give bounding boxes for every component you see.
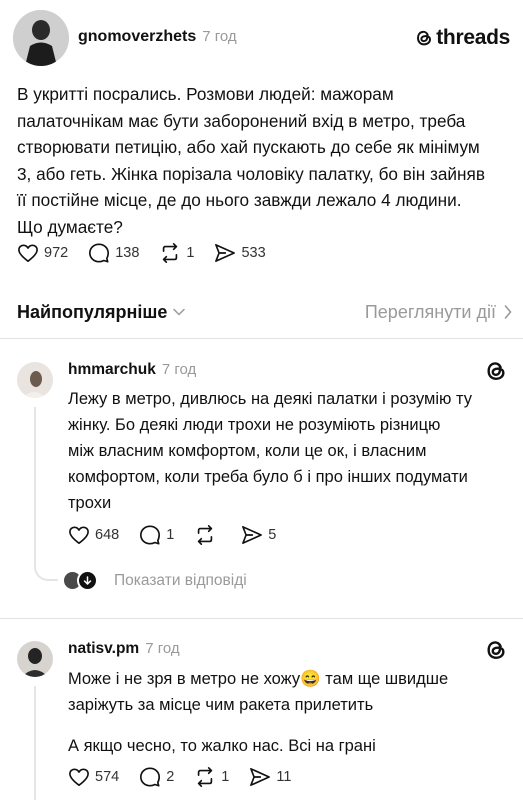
like-count: 574 [95, 769, 120, 785]
share-button[interactable]: 11 [249, 767, 291, 787]
repost-button[interactable]: 1 [194, 766, 229, 788]
reply-actions: 648 1 5 [68, 524, 296, 546]
like-count: 648 [95, 527, 120, 543]
comment-count: 2 [166, 769, 175, 785]
comment-button[interactable]: 1 [139, 524, 174, 546]
repost-count: 1 [186, 245, 195, 261]
reply-avatar[interactable] [17, 362, 53, 398]
reply-author-line: natisv.pm 7 год [68, 640, 180, 658]
share-count: 533 [241, 245, 266, 261]
repost-button[interactable] [194, 524, 221, 546]
heart-icon [69, 526, 89, 544]
arrow-down-icon [83, 575, 92, 585]
reply-actions: 574 2 1 11 [68, 766, 311, 788]
sort-dropdown[interactable]: Найпопулярніше [17, 301, 186, 323]
share-count: 5 [268, 527, 277, 543]
threads-logo-button[interactable] [485, 359, 507, 388]
post-text-line: її постійне місце, де до нього завжди ле… [17, 190, 462, 210]
sort-label: Найпопулярніше [17, 301, 168, 322]
reply-avatars-stack [62, 570, 102, 592]
replies-sort-row: Найпопулярніше Переглянути дії [17, 300, 512, 324]
threads-logo-icon [417, 30, 432, 46]
reply-text-line: Лежу в метро, дивлюсь на деякі палатки і… [68, 390, 472, 408]
thread-line [34, 686, 36, 800]
post-author-name[interactable]: gnomoverzhets [78, 28, 196, 45]
threads-logo-icon [487, 362, 505, 380]
reply-item: natisv.pm 7 год Може і не зря в метро не … [0, 640, 523, 800]
view-activity-label: Переглянути дії [364, 301, 496, 322]
post-text-line: створювати петицію, або хай пускають до … [17, 137, 480, 157]
show-replies-link[interactable]: Показати відповіді [62, 570, 247, 592]
share-button[interactable]: 5 [241, 525, 276, 545]
comment-count: 138 [115, 245, 140, 261]
chevron-down-icon [173, 308, 186, 316]
like-button[interactable]: 648 [68, 525, 119, 545]
reply-author-name[interactable]: hmmarchuk [68, 361, 156, 378]
speech-bubble-icon [140, 767, 161, 787]
send-icon [250, 768, 271, 786]
reply-text-line: Може і не зря в метро не хожу😄 там ще шв… [68, 670, 449, 688]
reply-author-name[interactable]: natisv.pm [68, 640, 139, 657]
reply-text-line: заріжуть за місце чим ракета прилетить [68, 696, 374, 714]
comment-button[interactable]: 2 [139, 766, 174, 788]
thread-line [34, 407, 36, 565]
like-count: 972 [44, 245, 69, 261]
reply-item: hmmarchuk 7 год Лежу в метро, дивлюсь на … [0, 361, 523, 601]
post-text-line: палаточнікам має бути заборонений вхід в… [17, 110, 466, 131]
threads-wordmark: threads [436, 26, 510, 49]
view-activity-link[interactable]: Переглянути дії [365, 302, 512, 323]
threads-logo: threads [415, 26, 510, 50]
post-header: gnomoverzhets 7 год threads [13, 10, 513, 68]
divider [0, 338, 523, 339]
reply-time: 7 год [161, 361, 197, 378]
speech-bubble-icon [89, 243, 110, 263]
like-button[interactable]: 972 [17, 243, 68, 263]
repost-count: 1 [221, 769, 230, 785]
share-count: 11 [276, 769, 292, 785]
heart-icon [18, 244, 38, 262]
send-icon [242, 526, 263, 544]
mini-avatar [77, 570, 98, 591]
chevron-right-icon [504, 305, 512, 319]
heart-icon [69, 768, 89, 786]
send-icon [215, 244, 236, 262]
post-text-line: В укритті посрались. Розмови людей: мажо… [17, 84, 394, 104]
reply-text-line: жінку. Бо деякі люди трохи не розуміють … [68, 416, 441, 434]
comment-count: 1 [166, 527, 175, 543]
reply-avatar[interactable] [17, 641, 53, 677]
post-text-line: 3, або геть. Жінка порізала чоловіку пал… [17, 163, 485, 184]
repost-icon [163, 243, 178, 263]
like-button[interactable]: 574 [68, 767, 119, 787]
reply-text-line: комфортом, коли треба було б і про інших… [68, 468, 468, 486]
comment-button[interactable]: 138 [88, 242, 139, 264]
show-replies-label: Показати відповіді [114, 572, 247, 589]
reply-text-line: між власним комфортом, коли це ок, і вла… [68, 442, 427, 460]
threads-logo-icon [487, 641, 505, 659]
reply-time: 7 год [145, 640, 180, 657]
repost-icon [198, 525, 213, 545]
post-time: 7 год [202, 28, 237, 45]
author-line: gnomoverzhets 7 год [78, 28, 237, 46]
author-avatar[interactable] [13, 10, 69, 66]
thread-line-curve [34, 563, 58, 581]
reply-text: Може і не зря в метро не хожу😄 там ще шв… [68, 666, 508, 759]
post-text-line: Що думаєте? [17, 216, 123, 237]
reply-text-line: трохи [68, 494, 112, 512]
speech-bubble-icon [140, 525, 161, 545]
repost-icon [198, 767, 213, 787]
post-text: В укритті посрались. Розмови людей: мажо… [17, 81, 513, 240]
repost-button[interactable]: 1 [159, 242, 194, 264]
post-actions: 972 138 1 533 [17, 242, 286, 264]
divider [0, 618, 523, 619]
reply-text: Лежу в метро, дивлюсь на деякі палатки і… [68, 386, 508, 516]
reply-author-line: hmmarchuk 7 год [68, 361, 196, 379]
reply-text-paragraph: А якщо чесно, то жалко нас. Всі на грані [68, 737, 376, 755]
threads-logo-button[interactable] [485, 638, 507, 667]
share-button[interactable]: 533 [214, 243, 266, 263]
